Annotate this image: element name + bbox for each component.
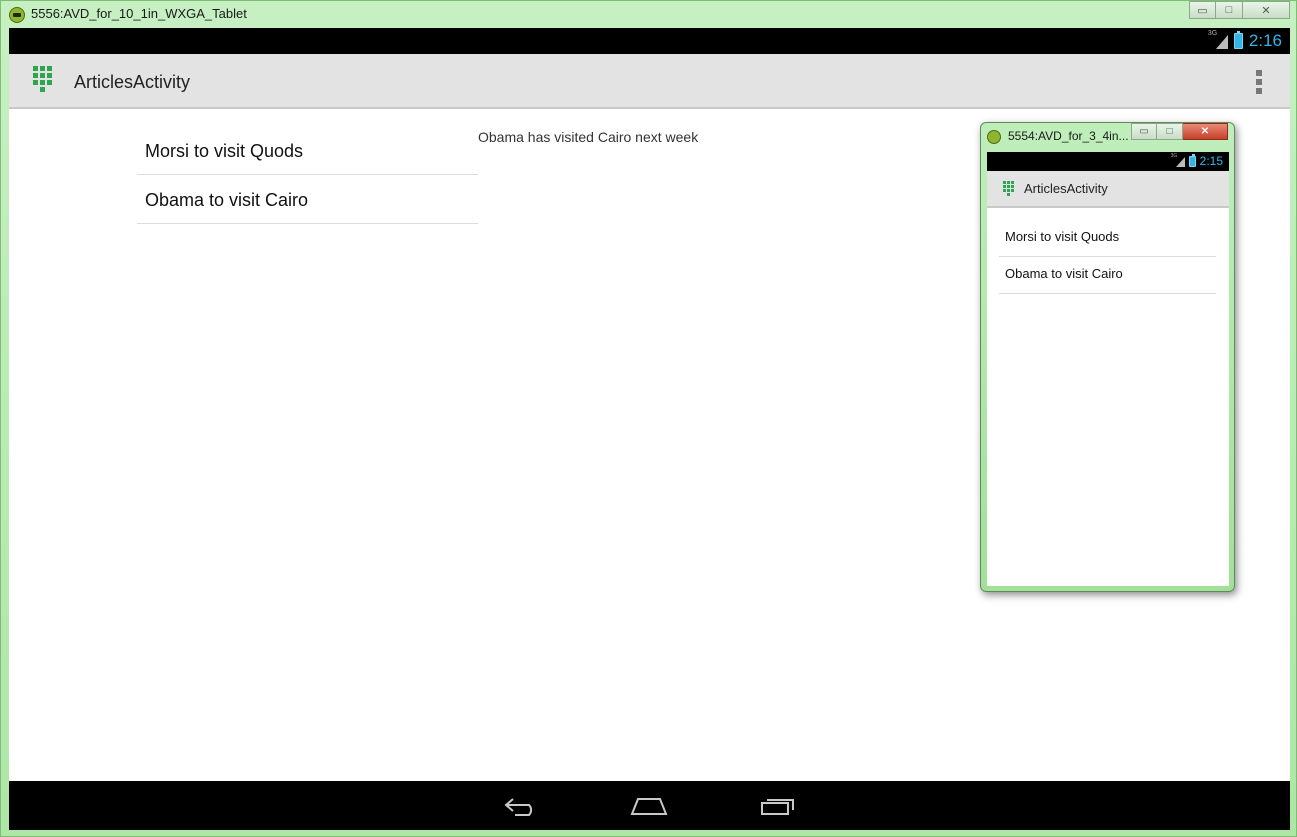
home-icon[interactable] [619, 781, 679, 830]
window-controls: ▭ □ ✕ [1189, 1, 1290, 20]
window-title: 5556:AVD_for_10_1in_WXGA_Tablet [31, 6, 247, 21]
signal-icon: 3G [1171, 153, 1185, 168]
list-item-obama[interactable]: Obama to visit Cairo [999, 257, 1216, 294]
articles-list: Morsi to visit Quods Obama to visit Cair… [999, 220, 1216, 294]
battery-icon [1233, 31, 1243, 49]
list-item-morsi[interactable]: Morsi to visit Quods [137, 126, 478, 175]
android-emulator-icon[interactable] [987, 130, 1001, 144]
articles-list: Morsi to visit Quods Obama to visit Cair… [137, 126, 478, 224]
signal-icon: 3G [1208, 30, 1228, 50]
window-titlebar[interactable]: 5556:AVD_for_10_1in_WXGA_Tablet ▭ □ ✕ [1, 1, 1297, 28]
phone-emulator-window[interactable]: 5554:AVD_for_3_4in... ▭ □ ✕ 3G 2:15 Arti… [980, 122, 1235, 592]
close-button[interactable]: ✕ [1243, 1, 1290, 19]
status-bar: 3G 2:16 [9, 28, 1290, 54]
window-controls: ▭ □ ✕ [1131, 123, 1228, 140]
recents-icon[interactable] [748, 781, 808, 830]
action-bar: ArticlesActivity [987, 171, 1229, 208]
battery-icon [1188, 153, 1196, 167]
app-grid-icon[interactable] [33, 66, 59, 96]
action-bar: ArticlesActivity [9, 54, 1290, 109]
minimize-button[interactable]: ▭ [1189, 1, 1216, 19]
status-bar: 3G 2:15 [987, 152, 1229, 171]
minimize-button[interactable]: ▭ [1131, 123, 1157, 140]
list-item-morsi[interactable]: Morsi to visit Quods [999, 220, 1216, 257]
maximize-button[interactable]: □ [1157, 123, 1183, 140]
app-grid-icon[interactable] [1003, 181, 1017, 198]
overflow-menu-icon[interactable] [1256, 70, 1262, 94]
maximize-button[interactable]: □ [1216, 1, 1243, 19]
action-bar-title: ArticlesActivity [1024, 181, 1108, 196]
phone-screen: 3G 2:15 ArticlesActivity Morsi to visit … [987, 152, 1229, 586]
navigation-bar [9, 781, 1290, 830]
status-clock: 2:16 [1248, 31, 1282, 50]
status-clock: 2:15 [1199, 154, 1223, 168]
action-bar-title: ArticlesActivity [74, 72, 191, 92]
window-title: 5554:AVD_for_3_4in... [1008, 129, 1129, 143]
list-item-obama[interactable]: Obama to visit Cairo [137, 175, 478, 224]
close-button[interactable]: ✕ [1183, 123, 1228, 140]
article-detail-text: Obama has visited Cairo next week [478, 129, 699, 145]
back-icon[interactable] [491, 781, 551, 830]
android-emulator-icon[interactable] [9, 7, 25, 23]
